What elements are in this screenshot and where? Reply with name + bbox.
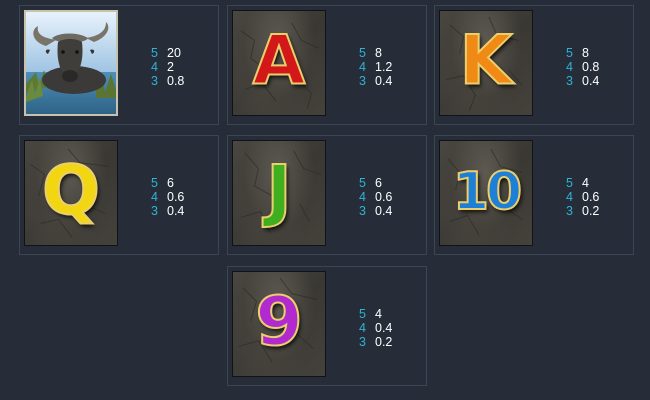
payout-row: 3 0.4 — [151, 204, 184, 218]
symbol-count: 3 — [359, 74, 366, 88]
symbol-count: 5 — [151, 176, 158, 190]
payout-row: 3 0.8 — [151, 74, 184, 88]
payout-list: 58 4 1.2 3 0.4 — [359, 46, 392, 88]
symbol-count: 3 — [151, 204, 158, 218]
symbol-tile: 10 — [439, 140, 533, 246]
payout-value: 2 — [167, 60, 174, 74]
symbol-tile: 9 — [232, 271, 326, 377]
payout-list: 56 4 0.6 3 0.4 — [151, 176, 184, 218]
payout-list: 56 4 0.6 3 0.4 — [359, 176, 392, 218]
payout-row: 4 0.6 — [151, 190, 184, 204]
payout-value: 8 — [375, 46, 382, 60]
payout-value: 0.4 — [375, 321, 393, 335]
symbol-count: 5 — [151, 46, 158, 60]
paytable-card-a: A 58 4 1.2 3 0.4 — [227, 5, 427, 125]
payout-row: 3 0.4 — [566, 74, 599, 88]
buffalo-icon — [24, 10, 118, 116]
payout-row: 4 0.6 — [359, 190, 392, 204]
number-9-icon: 9 — [254, 282, 303, 362]
symbol-count: 4 — [566, 190, 573, 204]
payout-row: 3 0.4 — [359, 204, 392, 218]
symbol-count: 4 — [359, 60, 366, 74]
paytable-card-9: 9 54 4 0.4 3 0.2 — [227, 266, 427, 386]
payout-value: 0.8 — [167, 74, 185, 88]
payout-value: 8 — [582, 46, 589, 60]
payout-row: 4 0.8 — [566, 60, 599, 74]
symbol-count: 5 — [359, 307, 366, 321]
payout-row: 3 0.2 — [359, 335, 392, 349]
payout-row: 5 20 — [151, 46, 184, 60]
symbol-tile: A — [232, 10, 326, 116]
payout-value: 0.2 — [582, 204, 600, 218]
payout-value: 0.8 — [582, 60, 600, 74]
symbol-count: 3 — [566, 74, 573, 88]
symbol-count: 3 — [151, 74, 158, 88]
payout-value: 0.4 — [375, 74, 393, 88]
payout-list: 5 20 42 3 0.8 — [151, 46, 184, 88]
payout-list: 54 4 0.6 3 0.2 — [566, 176, 599, 218]
payout-value: 0.4 — [167, 204, 185, 218]
payout-value: 4 — [375, 307, 382, 321]
payout-list: 58 4 0.8 3 0.4 — [566, 46, 599, 88]
payout-value: 0.4 — [582, 74, 600, 88]
symbol-tile: Q — [24, 140, 118, 246]
letter-j-icon: J — [265, 151, 292, 231]
payout-row: 54 — [359, 307, 392, 321]
paytable-card-k: K 58 4 0.8 3 0.4 — [434, 5, 634, 125]
symbol-count: 5 — [566, 46, 573, 60]
symbol-tile: J — [232, 140, 326, 246]
number-10-icon: 10 — [452, 161, 523, 222]
paytable-card-j: J 56 4 0.6 3 0.4 — [227, 135, 427, 255]
paytable-card-buffalo: 5 20 42 3 0.8 — [19, 5, 219, 125]
symbol-count: 5 — [566, 176, 573, 190]
payout-value: 0.4 — [375, 204, 393, 218]
symbol-count: 4 — [359, 321, 366, 335]
payout-value: 4 — [582, 176, 589, 190]
payout-value: 1.2 — [375, 60, 393, 74]
symbol-count: 3 — [566, 204, 573, 218]
payout-row: 42 — [151, 60, 184, 74]
payout-row: 56 — [359, 176, 392, 190]
symbol-count: 5 — [359, 46, 366, 60]
payout-row: 4 0.6 — [566, 190, 599, 204]
payout-value: 0.6 — [375, 190, 393, 204]
payout-row: 3 0.2 — [566, 204, 599, 218]
symbol-count: 4 — [566, 60, 573, 74]
symbol-count: 5 — [359, 176, 366, 190]
payout-list: 54 4 0.4 3 0.2 — [359, 307, 392, 349]
payout-value: 20 — [167, 46, 181, 60]
symbol-count: 3 — [359, 335, 366, 349]
payout-row: 4 0.4 — [359, 321, 392, 335]
payout-row: 58 — [359, 46, 392, 60]
payout-value: 6 — [167, 176, 174, 190]
symbol-count: 4 — [151, 60, 158, 74]
symbol-count: 3 — [359, 204, 366, 218]
paytable-page: 5 20 42 3 0.8 A 58 4 1.2 3 0.4 K 58 4 0.8 3 0.… — [0, 0, 650, 400]
payout-row: 54 — [566, 176, 599, 190]
payout-value: 0.6 — [582, 190, 600, 204]
payout-value: 6 — [375, 176, 382, 190]
symbol-count: 4 — [151, 190, 158, 204]
symbol-count: 4 — [359, 190, 366, 204]
letter-k-icon: K — [459, 21, 514, 101]
symbol-tile: K — [439, 10, 533, 116]
payout-row: 4 1.2 — [359, 60, 392, 74]
payout-value: 0.2 — [375, 335, 393, 349]
payout-row: 58 — [566, 46, 599, 60]
payout-row: 56 — [151, 176, 184, 190]
paytable-card-10: 10 54 4 0.6 3 0.2 — [434, 135, 634, 255]
letter-a-icon: A — [252, 21, 307, 101]
paytable-card-q: Q 56 4 0.6 3 0.4 — [19, 135, 219, 255]
payout-value: 0.6 — [167, 190, 185, 204]
letter-q-icon: Q — [41, 151, 101, 231]
payout-row: 3 0.4 — [359, 74, 392, 88]
